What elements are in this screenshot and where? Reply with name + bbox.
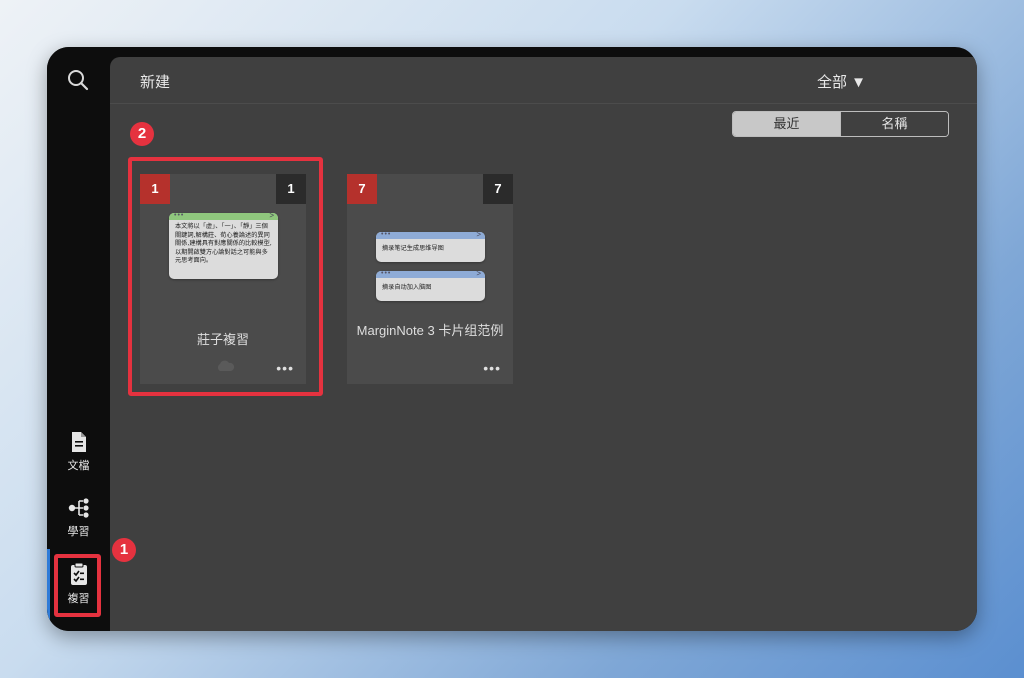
highlight-box-review-nav xyxy=(54,554,101,617)
step-marker-2: 2 xyxy=(130,122,154,146)
search-icon[interactable] xyxy=(65,67,91,93)
card-total-badge: 7 xyxy=(483,174,513,204)
sort-name-button[interactable]: 名稱 xyxy=(840,112,948,136)
note-preview-text: 摘录笔记生成思维导图 xyxy=(382,245,444,252)
note-preview: ••• > 摘录笔记生成思维导图 xyxy=(376,232,485,262)
note-preview: ••• > 摘录自动加入脑图 xyxy=(376,271,485,301)
sort-recent-button[interactable]: 最近 xyxy=(733,112,840,136)
top-bar: 新建 全部 ▼ xyxy=(110,57,977,104)
note-preview-text: 摘录自动加入脑图 xyxy=(382,284,432,291)
sort-segmented-control: 最近 名稱 xyxy=(732,111,949,137)
sidebar-item-label: 學習 xyxy=(67,526,90,538)
sidebar-item-study[interactable]: 學習 xyxy=(47,497,110,539)
card-count-badge: 7 xyxy=(347,174,377,204)
new-button[interactable]: 新建 xyxy=(140,71,170,92)
more-options-icon[interactable]: ••• xyxy=(483,360,501,376)
sidebar-item-documents[interactable]: 文檔 xyxy=(47,431,110,473)
highlight-box-card xyxy=(128,157,323,396)
card-title: MarginNote 3 卡片组范例 xyxy=(356,323,504,338)
step-marker-1: 1 xyxy=(112,538,136,562)
deck-card[interactable]: 7 7 ••• > 摘录笔记生成思维导图 ••• > 摘录自动加入脑图 Margin… xyxy=(347,174,513,384)
document-icon xyxy=(71,432,86,452)
mindmap-icon xyxy=(68,498,89,518)
sidebar-item-label: 文檔 xyxy=(67,460,90,472)
filter-dropdown[interactable]: 全部 ▼ xyxy=(817,71,866,92)
sidebar: 文檔 學習 複習 xyxy=(47,47,110,631)
